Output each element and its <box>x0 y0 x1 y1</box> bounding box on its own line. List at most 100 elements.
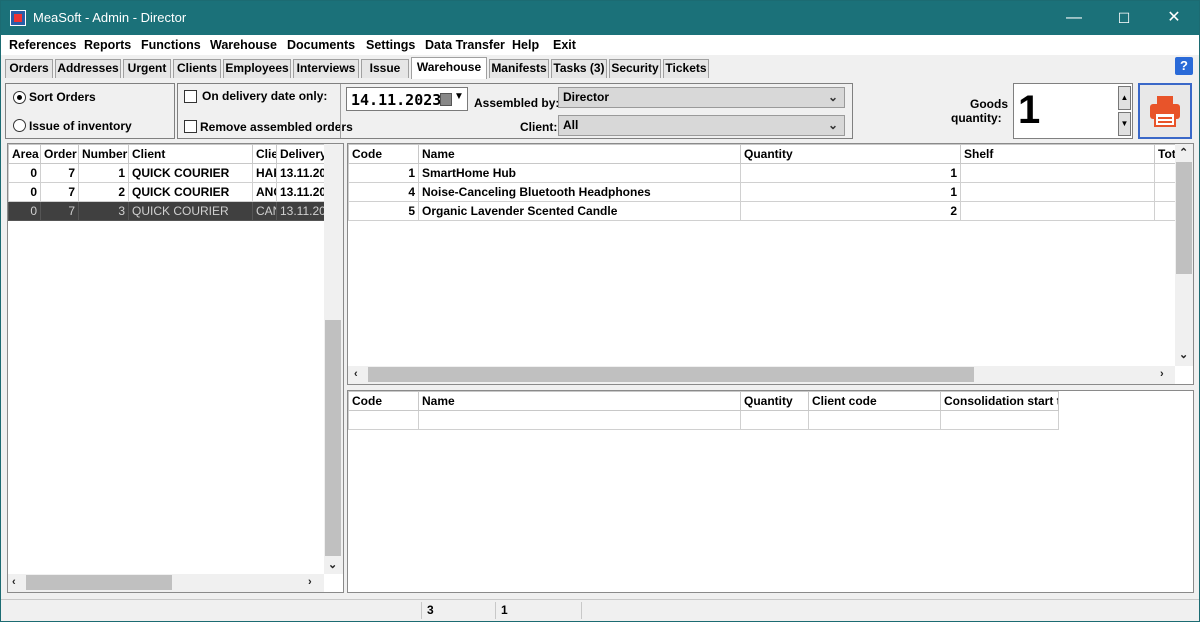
chevron-down-icon[interactable]: ▼ <box>454 91 464 102</box>
tab-orders[interactable]: Orders <box>5 59 53 78</box>
column-header[interactable]: Consolidation start ti <box>940 391 1059 411</box>
scroll-left-arrow-icon[interactable]: ‹ <box>12 576 16 588</box>
table-cell: 1 <box>348 163 419 183</box>
table-cell <box>1154 163 1177 183</box>
filter-panel: On delivery date only: Remove assembled … <box>177 83 853 139</box>
items-table: Code Name Quantity Shelf Tot 1 SmartHome… <box>348 144 1177 221</box>
menu-data-transfer[interactable]: Data Transfer <box>425 38 505 52</box>
items-vertical-scrollbar[interactable]: ⌃ ⌄ <box>1175 144 1193 366</box>
tab-security[interactable]: Security <box>609 59 661 78</box>
table-row-empty[interactable] <box>348 410 1059 430</box>
tab-tasks[interactable]: Tasks (3) <box>551 59 607 78</box>
scroll-right-arrow-icon[interactable]: › <box>1160 368 1164 380</box>
calendar-icon[interactable] <box>440 93 452 106</box>
column-header[interactable]: Code <box>348 391 419 411</box>
column-header[interactable]: Area <box>8 144 41 164</box>
printer-icon <box>1150 96 1180 127</box>
consolidation-grid: Code Name Quantity Client code Consolida… <box>347 390 1194 593</box>
column-header[interactable]: Order <box>40 144 79 164</box>
table-cell <box>1154 182 1177 202</box>
issue-inventory-radio[interactable] <box>13 119 26 132</box>
scroll-down-arrow-icon[interactable]: ⌄ <box>1179 348 1188 361</box>
table-cell: 1 <box>78 163 129 183</box>
table-row-selected[interactable]: 0 7 3 QUICK COURIER CAN 13.11.20 <box>8 201 325 221</box>
tab-clients[interactable]: Clients <box>173 59 221 78</box>
table-cell: ANG <box>252 182 277 202</box>
tab-tickets[interactable]: Tickets <box>663 59 709 78</box>
date-picker[interactable]: 14.11.2023 ▼ <box>346 87 468 111</box>
tab-addresses[interactable]: Addresses <box>55 59 121 78</box>
tab-urgent[interactable]: Urgent <box>123 59 171 78</box>
maximize-button[interactable]: ☐ <box>1101 1 1147 35</box>
scroll-thumb[interactable] <box>368 367 974 382</box>
column-header[interactable]: Number <box>78 144 129 164</box>
table-row[interactable]: 5 Organic Lavender Scented Candle 2 <box>348 201 1177 221</box>
scroll-left-arrow-icon[interactable]: ‹ <box>354 368 358 380</box>
table-cell <box>960 163 1155 183</box>
menu-help[interactable]: Help <box>512 38 539 52</box>
client-select[interactable]: All ⌄ <box>558 115 845 136</box>
scroll-thumb[interactable] <box>325 320 341 556</box>
print-button[interactable] <box>1138 83 1192 139</box>
table-cell <box>960 182 1155 202</box>
column-header[interactable]: Quantity <box>740 144 961 164</box>
assembled-by-select[interactable]: Director ⌄ <box>558 87 845 108</box>
column-header[interactable]: Name <box>418 391 741 411</box>
column-header[interactable]: Shelf <box>960 144 1155 164</box>
spin-down-button[interactable]: ▼ <box>1118 112 1131 136</box>
remove-assembled-label: Remove assembled orders <box>200 120 353 134</box>
sort-orders-radio[interactable] <box>13 91 26 104</box>
column-header[interactable]: Name <box>418 144 741 164</box>
menu-functions[interactable]: Functions <box>141 38 201 52</box>
items-horizontal-scrollbar[interactable]: ‹ › <box>348 366 1175 384</box>
menu-warehouse[interactable]: Warehouse <box>210 38 277 52</box>
consolidation-table: Code Name Quantity Client code Consolida… <box>348 391 1059 430</box>
client-label: Client: <box>520 120 558 134</box>
scroll-up-arrow-icon[interactable]: ⌃ <box>1179 146 1188 159</box>
scroll-thumb[interactable] <box>26 575 172 590</box>
scroll-thumb[interactable] <box>1176 162 1192 274</box>
column-header[interactable]: Quantity <box>740 391 809 411</box>
minimize-button[interactable]: — <box>1051 1 1097 35</box>
tab-employees[interactable]: Employees <box>223 59 291 78</box>
status-bar: 3 1 <box>1 599 1199 621</box>
table-row[interactable]: 4 Noise-Canceling Bluetooth Headphones 1 <box>348 182 1177 202</box>
column-header[interactable]: Code <box>348 144 419 164</box>
column-header[interactable]: Tot <box>1154 144 1177 164</box>
help-button[interactable]: ? <box>1175 57 1193 75</box>
goods-label-2: quantity: <box>951 111 1002 125</box>
orders-vertical-scrollbar[interactable]: ⌄ <box>324 144 343 574</box>
table-cell <box>348 410 419 430</box>
menu-documents[interactable]: Documents <box>287 38 355 52</box>
chevron-down-icon: ⌄ <box>827 118 838 132</box>
column-header[interactable]: Client <box>128 144 253 164</box>
table-cell: 7 <box>40 163 79 183</box>
table-cell: SmartHome Hub <box>418 163 741 183</box>
scroll-down-arrow-icon[interactable]: ⌄ <box>328 558 337 571</box>
spin-up-button[interactable]: ▲ <box>1118 86 1131 110</box>
tab-issue[interactable]: Issue <box>361 59 409 78</box>
table-row[interactable]: 0 7 2 QUICK COURIER ANG 13.11.20 <box>8 182 325 202</box>
delivery-date-only-checkbox[interactable] <box>184 90 197 103</box>
column-header[interactable]: Client code <box>808 391 941 411</box>
tab-interviews[interactable]: Interviews <box>293 59 359 78</box>
menu-exit[interactable]: Exit <box>553 38 576 52</box>
menu-bar: References Reports Functions Warehouse D… <box>1 35 1199 55</box>
menu-settings[interactable]: Settings <box>366 38 415 52</box>
table-row[interactable]: 1 SmartHome Hub 1 <box>348 163 1177 183</box>
orders-horizontal-scrollbar[interactable]: ‹ › <box>8 574 324 592</box>
column-header[interactable]: Delivery <box>276 144 325 164</box>
table-row[interactable]: 0 7 1 QUICK COURIER HAR 13.11.20 <box>8 163 325 183</box>
remove-assembled-checkbox[interactable] <box>184 120 197 133</box>
assembled-by-value: Director <box>563 90 610 104</box>
column-header[interactable]: Clie <box>252 144 277 164</box>
tab-warehouse[interactable]: Warehouse <box>411 57 487 79</box>
close-button[interactable]: ✕ <box>1151 1 1197 35</box>
menu-references[interactable]: References <box>9 38 76 52</box>
goods-quantity-spinner[interactable]: 1 ▲ ▼ <box>1013 83 1133 139</box>
delivery-date-only-label: On delivery date only: <box>202 89 328 103</box>
scroll-right-arrow-icon[interactable]: › <box>308 576 312 588</box>
menu-reports[interactable]: Reports <box>84 38 131 52</box>
table-cell: 13.11.20 <box>276 182 325 202</box>
tab-manifests[interactable]: Manifests <box>489 59 549 78</box>
